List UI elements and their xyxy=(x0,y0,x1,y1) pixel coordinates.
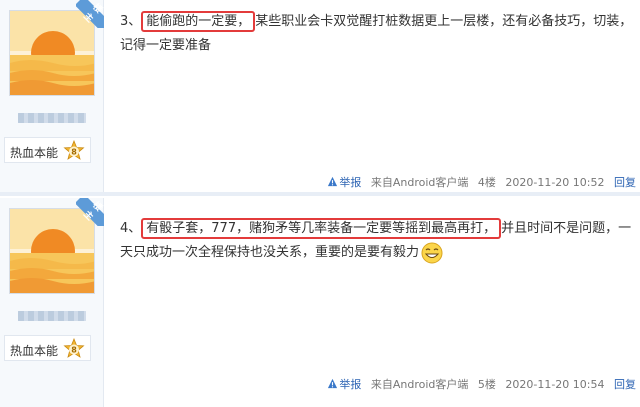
level-name: 热血本能 xyxy=(10,344,59,358)
op-badge: 楼主 xyxy=(76,0,104,28)
highlighted-text: 能偷跑的一定要， xyxy=(141,11,256,32)
svg-text:8: 8 xyxy=(71,148,77,157)
post-body: 4、 有骰子套，777，赌狗矛等几率装备一定要等摇到最高再打， 并且时间不是问题，一… xyxy=(120,217,635,265)
user-level: 热血本能 8 xyxy=(4,335,91,361)
author-sidebar: 楼主 热血本能 8 xyxy=(0,198,104,407)
post-source: 来自Android客户端 xyxy=(370,176,469,189)
gold-star-badge-icon: 8 xyxy=(63,338,85,358)
warning-triangle-icon xyxy=(328,378,338,389)
post-body: 3、 能偷跑的一定要， 某些职业会卡双觉醒打桩数据更上一层楼，还有必备技巧，切装，记… xyxy=(120,10,635,58)
post-footer: 举报 来自Android客户端 4楼 2020-11-20 10:52 回复 xyxy=(321,174,636,190)
report-link[interactable]: 举报 xyxy=(327,176,361,189)
floor-number: 4楼 xyxy=(477,176,496,189)
username-blurred[interactable] xyxy=(18,113,86,123)
author-sidebar: 楼主 热血本能 8 xyxy=(0,0,104,192)
post-time: 2020-11-20 10:54 xyxy=(505,378,605,391)
grinning-face-icon xyxy=(421,242,443,263)
floor-number: 5楼 xyxy=(477,378,496,391)
warning-triangle-icon xyxy=(328,176,338,187)
level-name: 热血本能 xyxy=(10,146,59,160)
post-footer: 举报 来自Android客户端 5楼 2020-11-20 10:54 回复 xyxy=(321,376,636,392)
reply-link[interactable]: 回复 xyxy=(614,378,636,391)
svg-text:8: 8 xyxy=(71,346,77,355)
post-content: 3、 能偷跑的一定要， 某些职业会卡双觉醒打桩数据更上一层楼，还有必备技巧，切装，记… xyxy=(120,0,635,192)
user-level: 热血本能 8 xyxy=(4,137,91,163)
report-link[interactable]: 举报 xyxy=(327,378,361,391)
reply-link[interactable]: 回复 xyxy=(614,176,636,189)
post-1: 楼主 热血本能 8 3、 能偷跑的一定要， 某些职业会卡双觉醒打桩数据更上一层楼，还… xyxy=(0,0,640,196)
highlighted-text: 有骰子套，777，赌狗矛等几率装备一定要等摇到最高再打， xyxy=(141,218,502,239)
op-badge: 楼主 xyxy=(76,198,104,226)
post-time: 2020-11-20 10:52 xyxy=(505,176,605,189)
username-blurred[interactable] xyxy=(18,311,86,321)
post-source: 来自Android客户端 xyxy=(370,378,469,391)
gold-star-badge-icon: 8 xyxy=(63,140,85,160)
